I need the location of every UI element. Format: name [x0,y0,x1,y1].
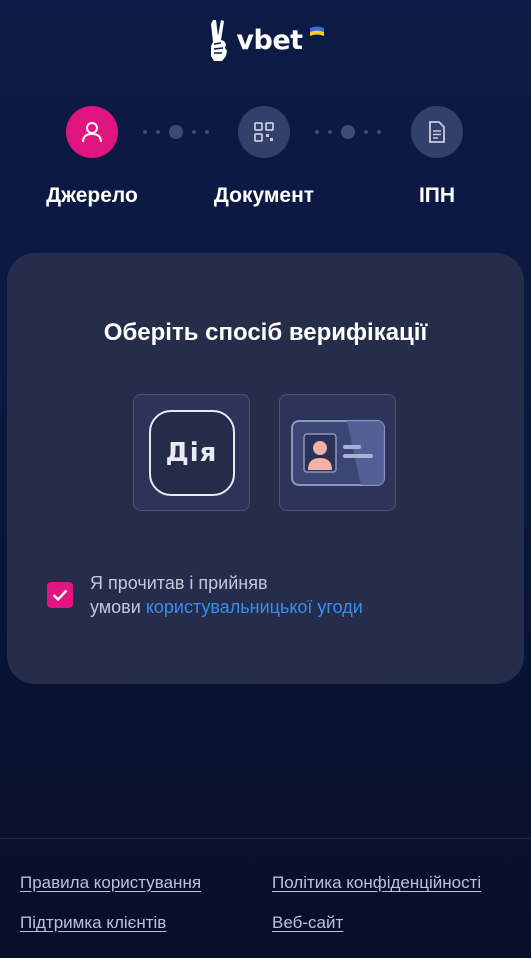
step-label-tax-id: ІПН [418,184,456,207]
brand-logo: vbet [0,18,531,62]
step-label-document: Документ [213,184,315,207]
card-title: Оберіть спосіб верифікації [103,319,428,346]
checkmark-icon [52,589,68,601]
diia-logo: Дія [148,409,235,496]
agreement-text: Я прочитав і прийняв умови користувальни… [90,571,363,619]
step-connector [143,125,209,139]
document-icon [429,121,445,143]
step-connector [315,125,381,139]
step-tax-id[interactable] [411,106,463,158]
step-source[interactable] [66,106,118,158]
verification-card: Оберіть спосіб верифікації Дія Я прочита… [7,253,524,684]
user-icon [82,122,102,143]
agreement-line-1: Я прочитав і прийняв [90,573,268,593]
agreement-row: Я прочитав і прийняв умови користувальни… [47,571,363,619]
terms-of-use-link[interactable]: Правила користування [20,873,201,893]
privacy-policy-link[interactable]: Політика конфіденційності [272,873,481,893]
id-card-option[interactable] [279,394,396,511]
qr-code-icon [254,122,274,142]
customer-support-link[interactable]: Підтримка клієнтів [20,913,166,933]
id-card-icon [290,419,385,486]
brand-name: vbet [236,24,303,56]
victory-hand-icon [211,20,228,61]
diia-option[interactable]: Дія [133,394,250,511]
agreement-line-2: умови користувальницької угоди [90,595,363,619]
ukraine-flag-icon [309,26,324,36]
verification-stepper: Джерело Документ ІПН [0,106,531,216]
agreement-prefix: умови [90,597,146,617]
step-document[interactable] [238,106,290,158]
footer-divider [0,838,531,839]
website-link[interactable]: Веб-сайт [272,913,343,933]
step-label-source: Джерело [46,184,138,207]
agreement-checkbox[interactable] [47,582,73,608]
user-agreement-link[interactable]: користувальницької угоди [146,597,363,617]
